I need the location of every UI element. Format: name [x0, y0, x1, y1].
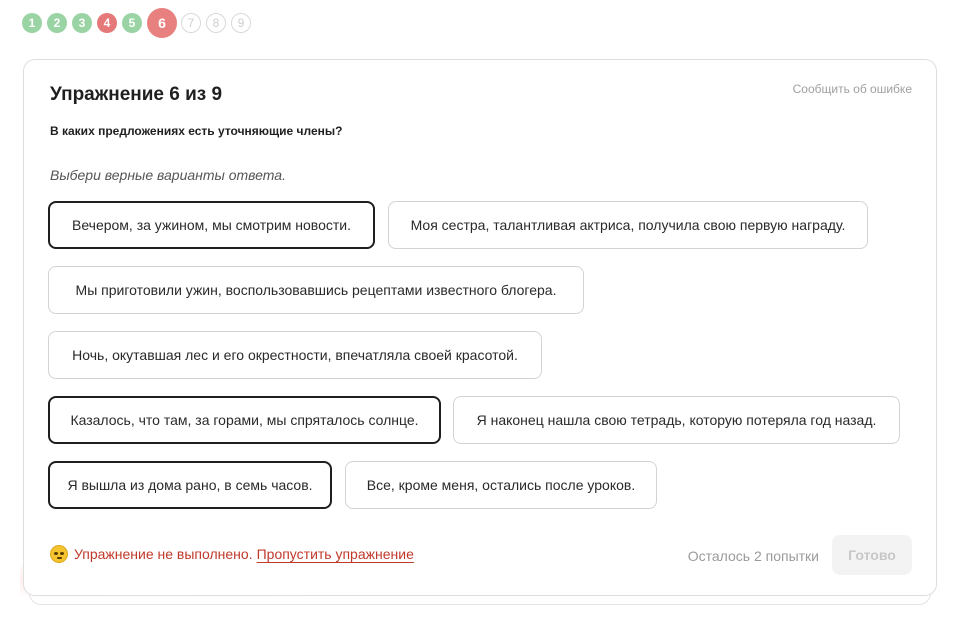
step-3[interactable]: 3 [72, 13, 92, 33]
answer-option[interactable]: Ночь, окутавшая лес и его окрестности, в… [48, 331, 542, 379]
done-button[interactable]: Готово [832, 535, 912, 575]
exercise-card: Упражнение 6 из 9 Сообщить об ошибке В к… [23, 59, 937, 596]
step-9[interactable]: 9 [231, 13, 251, 33]
step-4[interactable]: 4 [97, 13, 117, 33]
step-2[interactable]: 2 [47, 13, 67, 33]
answer-option[interactable]: Все, кроме меня, остались после уроков. [345, 461, 657, 509]
status-row: Упражнение не выполнено. Пропустить упра… [50, 545, 414, 563]
answer-option[interactable]: Мы приготовили ужин, воспользовавшись ре… [48, 266, 584, 314]
step-1[interactable]: 1 [22, 13, 42, 33]
skip-exercise-link[interactable]: Пропустить упражнение [257, 546, 414, 562]
confused-face-icon [50, 545, 68, 563]
answer-option[interactable]: Я наконец нашла свою тетрадь, которую по… [453, 396, 900, 444]
status-message: Упражнение не выполнено. [74, 546, 253, 562]
answer-option[interactable]: Вечером, за ужином, мы смотрим новости. [48, 201, 375, 249]
instruction-hint: Выбери верные варианты ответа. [50, 167, 286, 183]
step-5[interactable]: 5 [122, 13, 142, 33]
answer-option[interactable]: Я вышла из дома рано, в семь часов. [48, 461, 332, 509]
step-6[interactable]: 6 [147, 8, 177, 38]
step-8[interactable]: 8 [206, 13, 226, 33]
answer-option[interactable]: Казалось, что там, за горами, мы спрятал… [48, 396, 441, 444]
report-error-link[interactable]: Сообщить об ошибке [793, 82, 912, 96]
progress-steps: 1 2 3 4 5 6 7 8 9 [22, 8, 256, 38]
step-7[interactable]: 7 [181, 13, 201, 33]
attempts-left: Осталось 2 попытки [687, 548, 819, 564]
answer-option[interactable]: Моя сестра, талантливая актриса, получил… [388, 201, 868, 249]
question-text: В каких предложениях есть уточняющие чле… [50, 124, 343, 138]
exercise-title: Упражнение 6 из 9 [50, 84, 223, 105]
